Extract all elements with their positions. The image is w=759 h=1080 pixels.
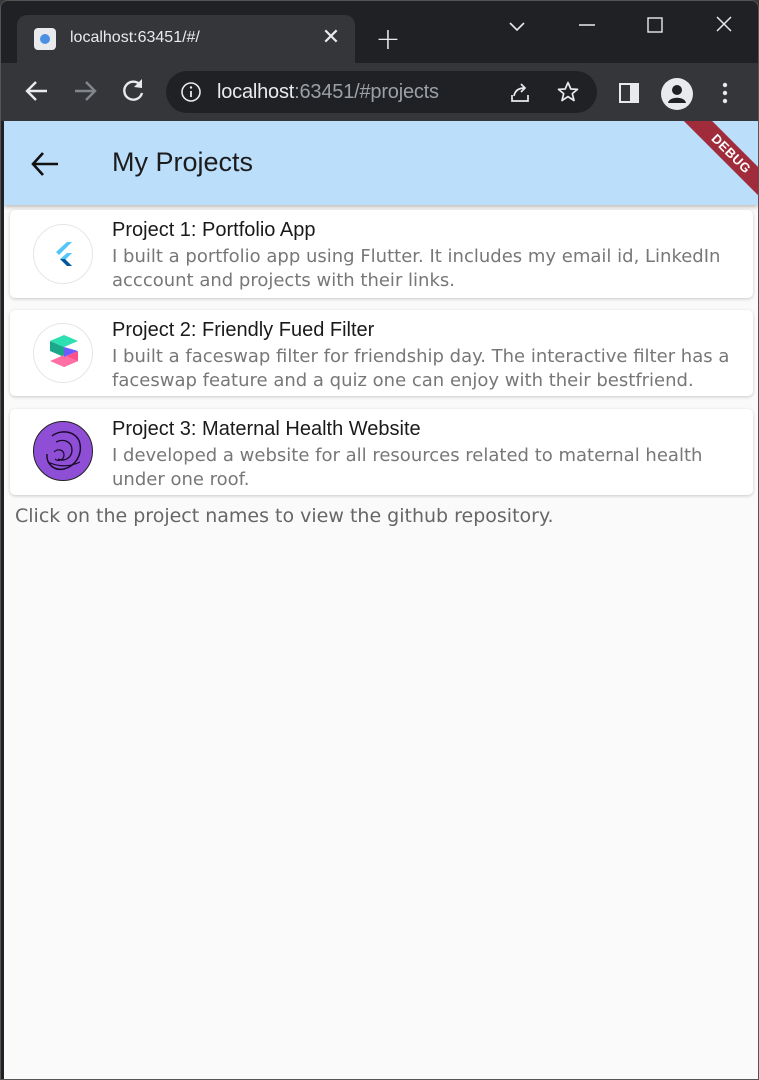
new-tab-button[interactable]: + [375, 23, 401, 57]
profile-avatar-icon[interactable] [661, 78, 693, 110]
bookmark-star-icon[interactable] [556, 80, 580, 104]
project-card[interactable]: Project 2: Friendly Fued Filter I built … [10, 310, 753, 396]
site-info-icon[interactable] [180, 81, 202, 103]
tab-title: localhost:63451/#/ [70, 29, 200, 46]
address-bar[interactable]: localhost:63451/#projects [166, 71, 597, 113]
browser-menu-icon[interactable] [713, 79, 737, 107]
browser-tab[interactable]: localhost:63451/#/ ✕ [17, 15, 355, 65]
favicon-icon [34, 28, 56, 50]
browser-window: localhost:63451/#/ ✕ + localhost:63451/#… [0, 0, 759, 1080]
browser-toolbar: localhost:63451/#projects [1, 63, 758, 121]
project-title[interactable]: Project 1: Portfolio App [112, 219, 315, 242]
maximize-button[interactable] [635, 7, 675, 43]
tab-strip: localhost:63451/#/ ✕ + [1, 1, 758, 65]
tab-search-icon[interactable] [497, 7, 537, 43]
close-window-button[interactable] [704, 7, 744, 43]
app-bar: My Projects [4, 121, 758, 205]
project-title[interactable]: Project 2: Friendly Fued Filter [112, 319, 374, 342]
project-card[interactable]: Project 1: Portfolio App I built a portf… [10, 210, 753, 298]
hint-text: Click on the project names to view the g… [15, 505, 554, 527]
flutter-logo-icon [33, 224, 93, 284]
reload-button[interactable] [115, 73, 151, 109]
tab-close-icon[interactable]: ✕ [319, 25, 343, 51]
project-description: I built a portfolio app using Flutter. I… [112, 246, 721, 291]
minimize-button[interactable] [567, 7, 607, 43]
browser-back-button[interactable] [19, 73, 55, 109]
project-description: I developed a website for all resources … [112, 445, 703, 490]
browser-forward-button[interactable] [67, 73, 103, 109]
url-text: localhost:63451/#projects [217, 81, 439, 103]
app-page: My Projects DEBUG Project 1: Portfolio A… [4, 121, 758, 1079]
project-description: I built a faceswap filter for friendship… [112, 346, 730, 391]
side-panel-icon[interactable] [617, 81, 641, 105]
maternal-health-logo-icon [33, 421, 93, 481]
project-title[interactable]: Project 3: Maternal Health Website [112, 418, 421, 441]
project-card[interactable]: Project 3: Maternal Health Website I dev… [10, 409, 753, 495]
spark-ar-logo-icon [33, 323, 93, 383]
page-title: My Projects [112, 147, 254, 177]
share-icon[interactable] [508, 81, 532, 105]
back-arrow-icon[interactable] [28, 147, 62, 181]
